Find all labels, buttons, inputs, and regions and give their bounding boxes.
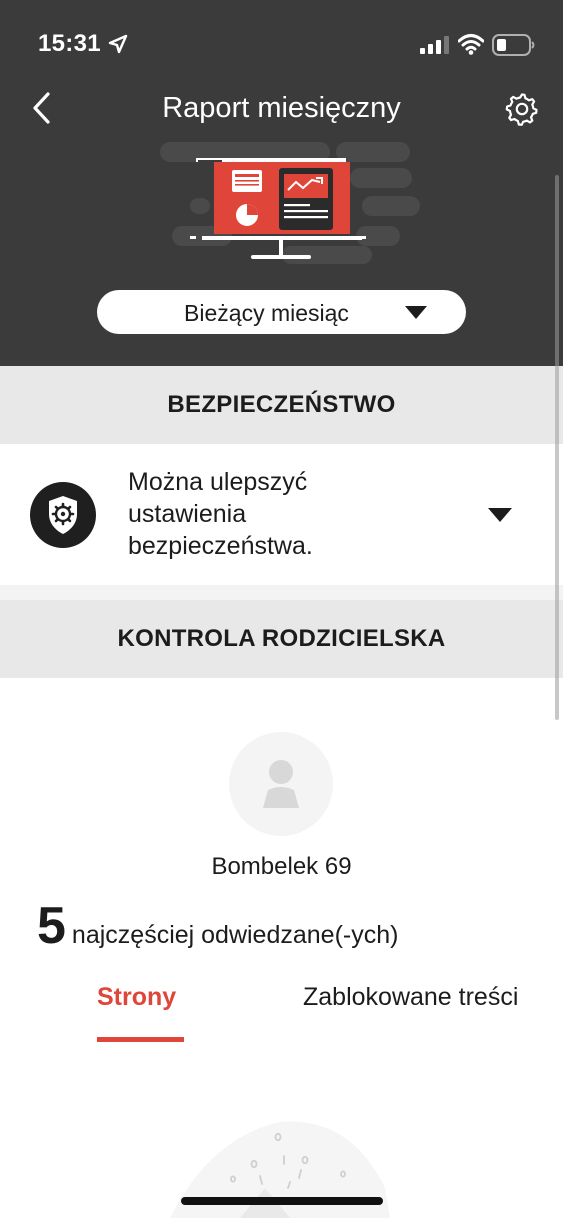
child-profile-name: Bombelek 69	[211, 853, 352, 880]
security-message-line-1: Można ulepszyć	[128, 468, 308, 496]
tab-blocked-content[interactable]: Zablokowane treści	[303, 983, 518, 1012]
status-bar: 15:31	[0, 0, 563, 90]
chevron-down-icon	[405, 306, 427, 319]
security-message-line-3: bezpieczeństwa.	[128, 532, 313, 560]
home-indicator[interactable]	[181, 1197, 383, 1205]
location-arrow-icon	[108, 34, 128, 54]
most-visited-count: 5	[37, 897, 66, 955]
battery-icon	[492, 34, 535, 56]
page-title: Raport miesięczny	[162, 92, 401, 124]
parental-section-heading: KONTROLA RODZICIELSKA	[0, 600, 563, 678]
tab-sites[interactable]: Strony	[97, 983, 176, 1012]
avatar	[229, 732, 333, 836]
most-visited-label: najczęściej odwiedzane(-ych)	[71, 921, 399, 949]
security-message-line-2: ustawienia	[128, 500, 247, 528]
expand-chevron-down-icon[interactable]	[488, 508, 512, 523]
active-tab-indicator	[97, 1037, 184, 1042]
wifi-icon	[458, 34, 484, 55]
scrollbar[interactable]	[555, 175, 559, 720]
security-heading-text: BEZPIECZEŃSTWO	[167, 391, 396, 418]
security-message: Można ulepszyć ustawienia bezpieczeństwa…	[128, 466, 438, 562]
security-section-heading: BEZPIECZEŃSTWO	[0, 366, 563, 444]
period-dropdown[interactable]: Bieżący miesiąc	[97, 290, 466, 334]
shield-gear-icon	[30, 482, 96, 548]
most-visited-summary: 5 najczęściej odwiedzane(-ych)	[37, 896, 399, 955]
gear-icon[interactable]	[505, 92, 539, 126]
section-divider	[0, 585, 563, 600]
report-illustration	[160, 142, 420, 264]
parental-heading-text: KONTROLA RODZICIELSKA	[117, 625, 446, 652]
cellular-signal-icon	[420, 36, 449, 54]
status-time: 15:31	[38, 30, 101, 57]
